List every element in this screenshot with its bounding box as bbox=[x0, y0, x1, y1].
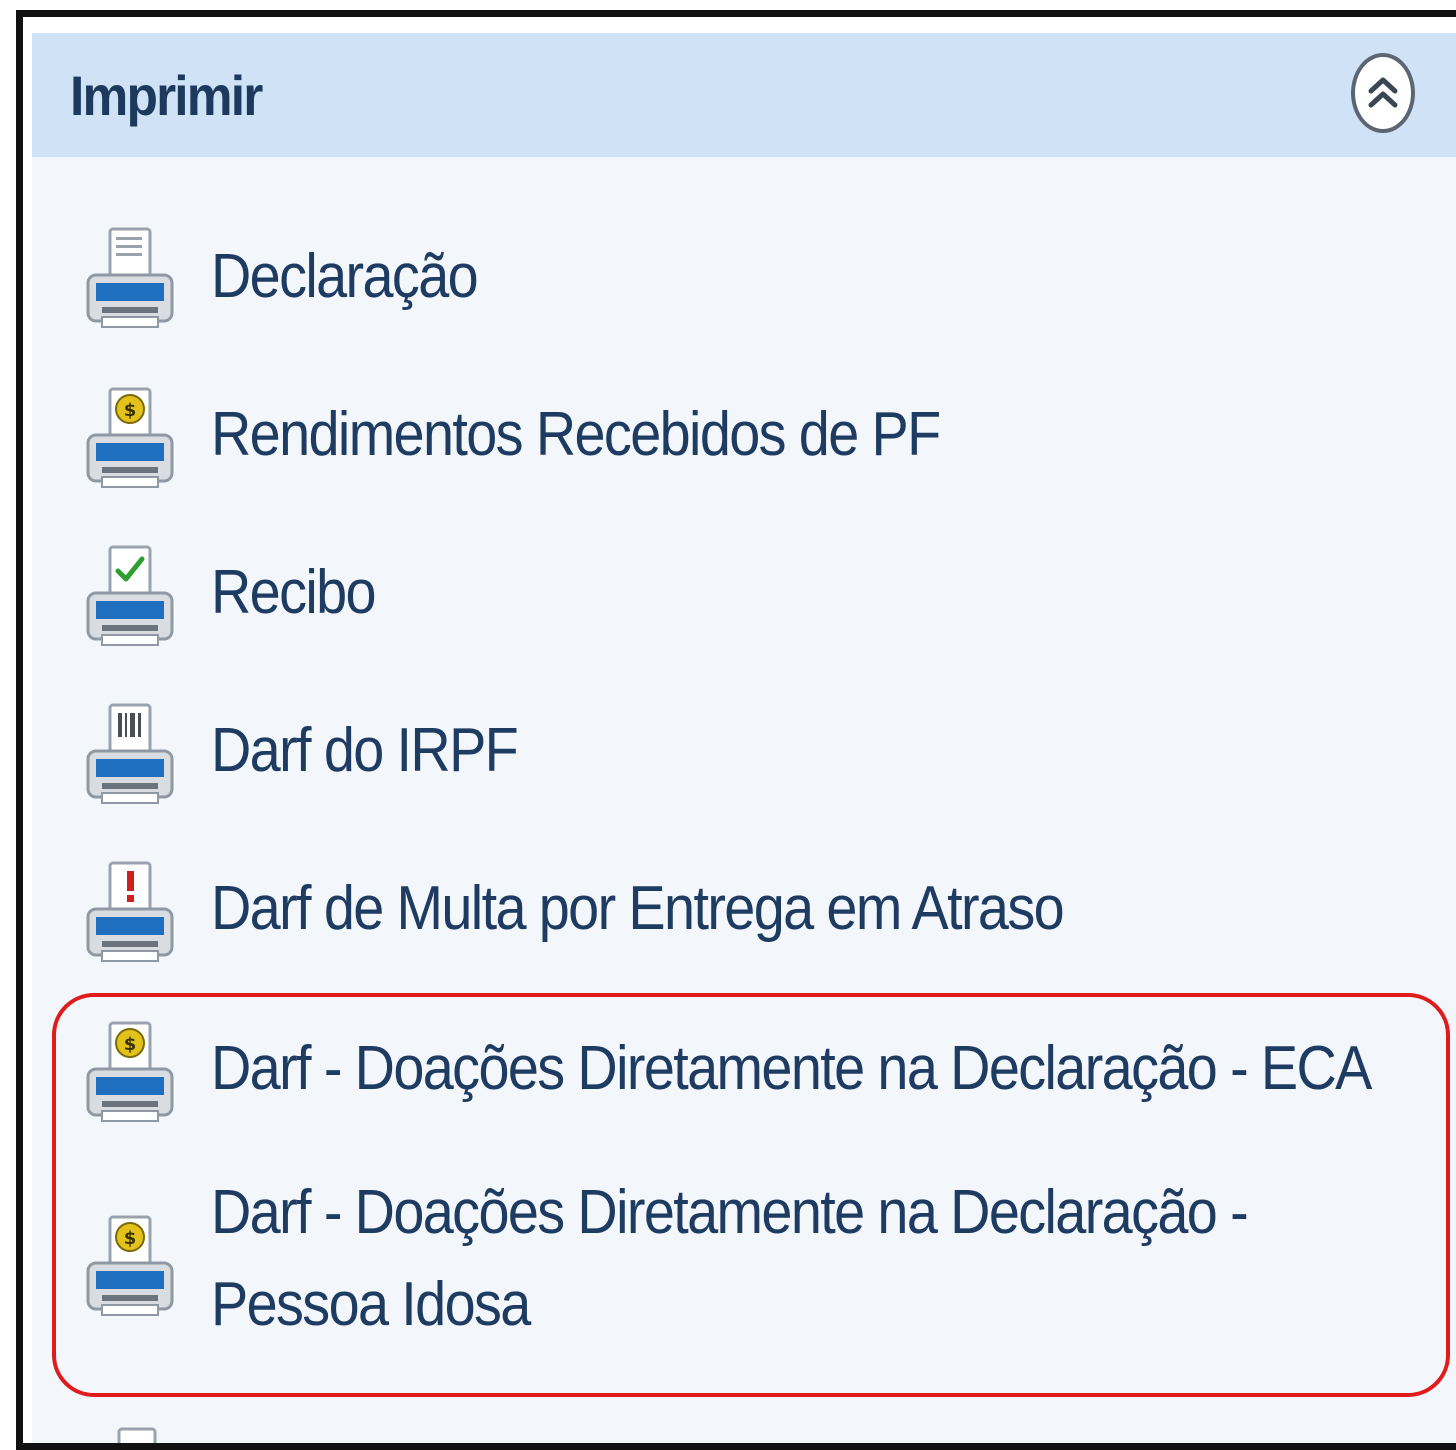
menu-item-darf-pessoa-idosa[interactable]: $ Darf - Doações Diretamente na Declaraç… bbox=[82, 1167, 1422, 1357]
menu-item-darf-irpf[interactable]: Darf do IRPF bbox=[82, 699, 1382, 819]
menu-item-label: Rendimentos Recebidos de PF bbox=[211, 400, 941, 469]
printer-doc-icon bbox=[86, 227, 174, 328]
menu-item-darf-multa[interactable]: Darf de Multa por Entrega em Atraso bbox=[82, 857, 1382, 977]
print-panel: Imprimir Declaração $ Rendimentos Recebi… bbox=[32, 33, 1456, 1443]
menu-item-declaracao[interactable]: Declaração bbox=[82, 223, 1382, 343]
panel-header: Imprimir bbox=[32, 33, 1456, 157]
menu-item-label: Darf do IRPF bbox=[211, 716, 519, 785]
double-chevron-up-icon bbox=[1368, 77, 1398, 108]
svg-text:$: $ bbox=[124, 1228, 137, 1249]
svg-text:$: $ bbox=[124, 400, 137, 421]
collapse-button[interactable] bbox=[1351, 53, 1415, 133]
menu-item-label: Recibo bbox=[211, 558, 377, 627]
printer-coin-icon: $ bbox=[86, 1215, 174, 1316]
printer-icon bbox=[117, 1427, 157, 1443]
svg-text:$: $ bbox=[124, 1034, 137, 1055]
menu-item-recibo[interactable]: Recibo bbox=[82, 541, 1382, 661]
printer-barcode-icon bbox=[86, 703, 174, 804]
menu-item-darf-eca[interactable]: $ Darf - Doações Diretamente na Declaraç… bbox=[82, 1017, 1422, 1137]
panel-title: Imprimir bbox=[70, 64, 263, 127]
printer-coin-icon: $ bbox=[86, 387, 174, 488]
menu-item-rendimentos[interactable]: $ Rendimentos Recebidos de PF bbox=[82, 383, 1382, 503]
window-frame: Imprimir Declaração $ Rendimentos Recebi… bbox=[16, 10, 1456, 1450]
menu-item-label: Declaração bbox=[211, 242, 479, 311]
printer-coin-icon: $ bbox=[86, 1021, 174, 1122]
menu-item-label: Darf de Multa por Entrega em Atraso bbox=[211, 874, 1065, 943]
menu-item-label: Darf - Doações Diretamente na Declaração… bbox=[211, 1034, 1372, 1103]
menu-item-label: Darf - Doações Diretamente na Declaração… bbox=[211, 1178, 1249, 1339]
printer-check-icon bbox=[86, 545, 174, 646]
printer-alert-icon bbox=[86, 861, 174, 962]
